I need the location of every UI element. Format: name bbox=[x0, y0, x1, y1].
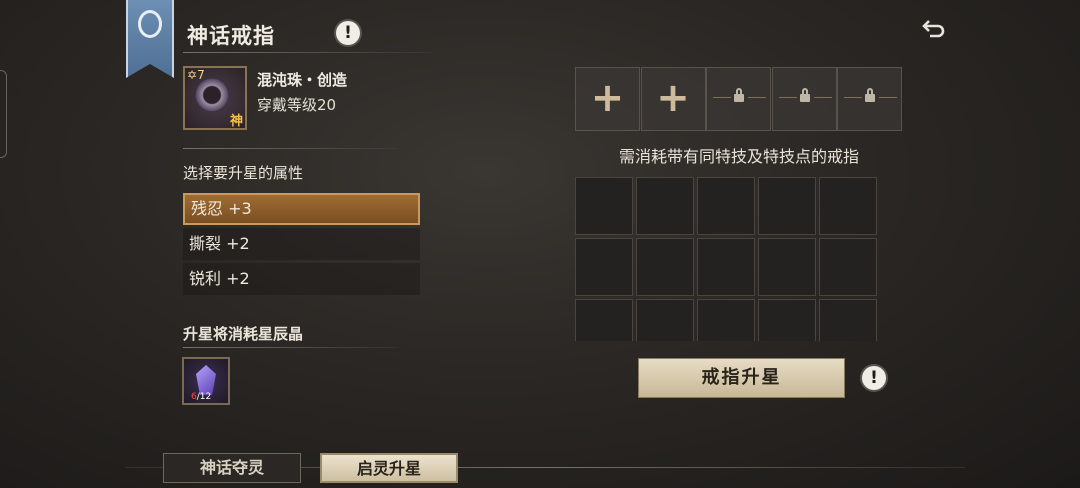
inventory-cell[interactable] bbox=[575, 177, 633, 235]
ring-icon bbox=[195, 78, 229, 112]
back-arrow-icon[interactable] bbox=[922, 18, 946, 38]
attribute-option-tear[interactable]: 撕裂 +2 bbox=[183, 228, 420, 260]
upgrade-info-icon[interactable]: ! bbox=[862, 366, 886, 390]
ring-emblem-icon bbox=[138, 10, 162, 38]
crystal-count: 6/12 bbox=[191, 392, 212, 402]
inventory-cell[interactable] bbox=[758, 177, 816, 235]
attribute-option-cruel[interactable]: 残忍 +3 bbox=[183, 193, 420, 225]
inventory-cell[interactable] bbox=[636, 299, 694, 341]
material-slot-add[interactable]: + bbox=[575, 67, 640, 131]
requirement-text: 需消耗带有同特技及特技点的戒指 bbox=[618, 147, 859, 166]
star-level-badge: ✡7 bbox=[187, 68, 205, 82]
material-slots: + + bbox=[575, 67, 903, 133]
ring-name: 混沌珠・创造 bbox=[257, 71, 348, 89]
section-divider bbox=[183, 148, 398, 149]
inventory-cell[interactable] bbox=[636, 177, 694, 235]
plus-icon: + bbox=[590, 75, 625, 121]
material-slot-locked bbox=[771, 67, 837, 131]
inventory-cell[interactable] bbox=[697, 299, 755, 341]
attributes-section-title: 选择要升星的属性 bbox=[183, 164, 304, 182]
consume-divider bbox=[183, 347, 398, 348]
crystal-owned: 6 bbox=[191, 392, 197, 402]
inventory-cell[interactable] bbox=[758, 238, 816, 296]
tab-myth-seize[interactable]: 神话夺灵 bbox=[163, 453, 301, 483]
crystal-required: 12 bbox=[199, 392, 212, 402]
inventory-cell[interactable] bbox=[758, 299, 816, 341]
ring-level-requirement: 穿戴等级20 bbox=[257, 96, 337, 114]
inventory-cell[interactable] bbox=[697, 238, 755, 296]
ring-upgrade-button[interactable]: 戒指升星 bbox=[638, 358, 845, 398]
title-divider bbox=[183, 52, 433, 53]
lock-icon bbox=[865, 88, 875, 102]
inventory-cell[interactable] bbox=[575, 238, 633, 296]
consume-title: 升星将消耗星辰晶 bbox=[183, 325, 304, 343]
material-slot-locked bbox=[706, 67, 771, 131]
inventory-cell[interactable] bbox=[819, 238, 877, 296]
ring-grade-badge: 神 bbox=[230, 114, 244, 129]
inventory-cell[interactable] bbox=[697, 177, 755, 235]
lock-icon bbox=[734, 88, 744, 102]
inventory-cell[interactable] bbox=[819, 177, 877, 235]
plus-icon: + bbox=[656, 75, 690, 121]
page-title: 神话戒指 bbox=[187, 24, 275, 48]
attribute-option-sharp[interactable]: 锐利 +2 bbox=[183, 263, 420, 295]
side-handle[interactable] bbox=[0, 70, 7, 158]
inventory-cell[interactable] bbox=[819, 299, 877, 341]
inventory-cell[interactable] bbox=[575, 299, 633, 341]
inventory-cell[interactable] bbox=[636, 238, 694, 296]
star-level-value: 7 bbox=[197, 68, 205, 82]
lock-icon bbox=[799, 88, 810, 102]
info-icon[interactable]: ! bbox=[336, 21, 360, 45]
material-slot-locked bbox=[837, 67, 902, 131]
tab-star-upgrade[interactable]: 启灵升星 bbox=[320, 453, 458, 483]
material-slot-add[interactable]: + bbox=[640, 67, 706, 131]
ring-inventory-grid bbox=[575, 177, 880, 341]
